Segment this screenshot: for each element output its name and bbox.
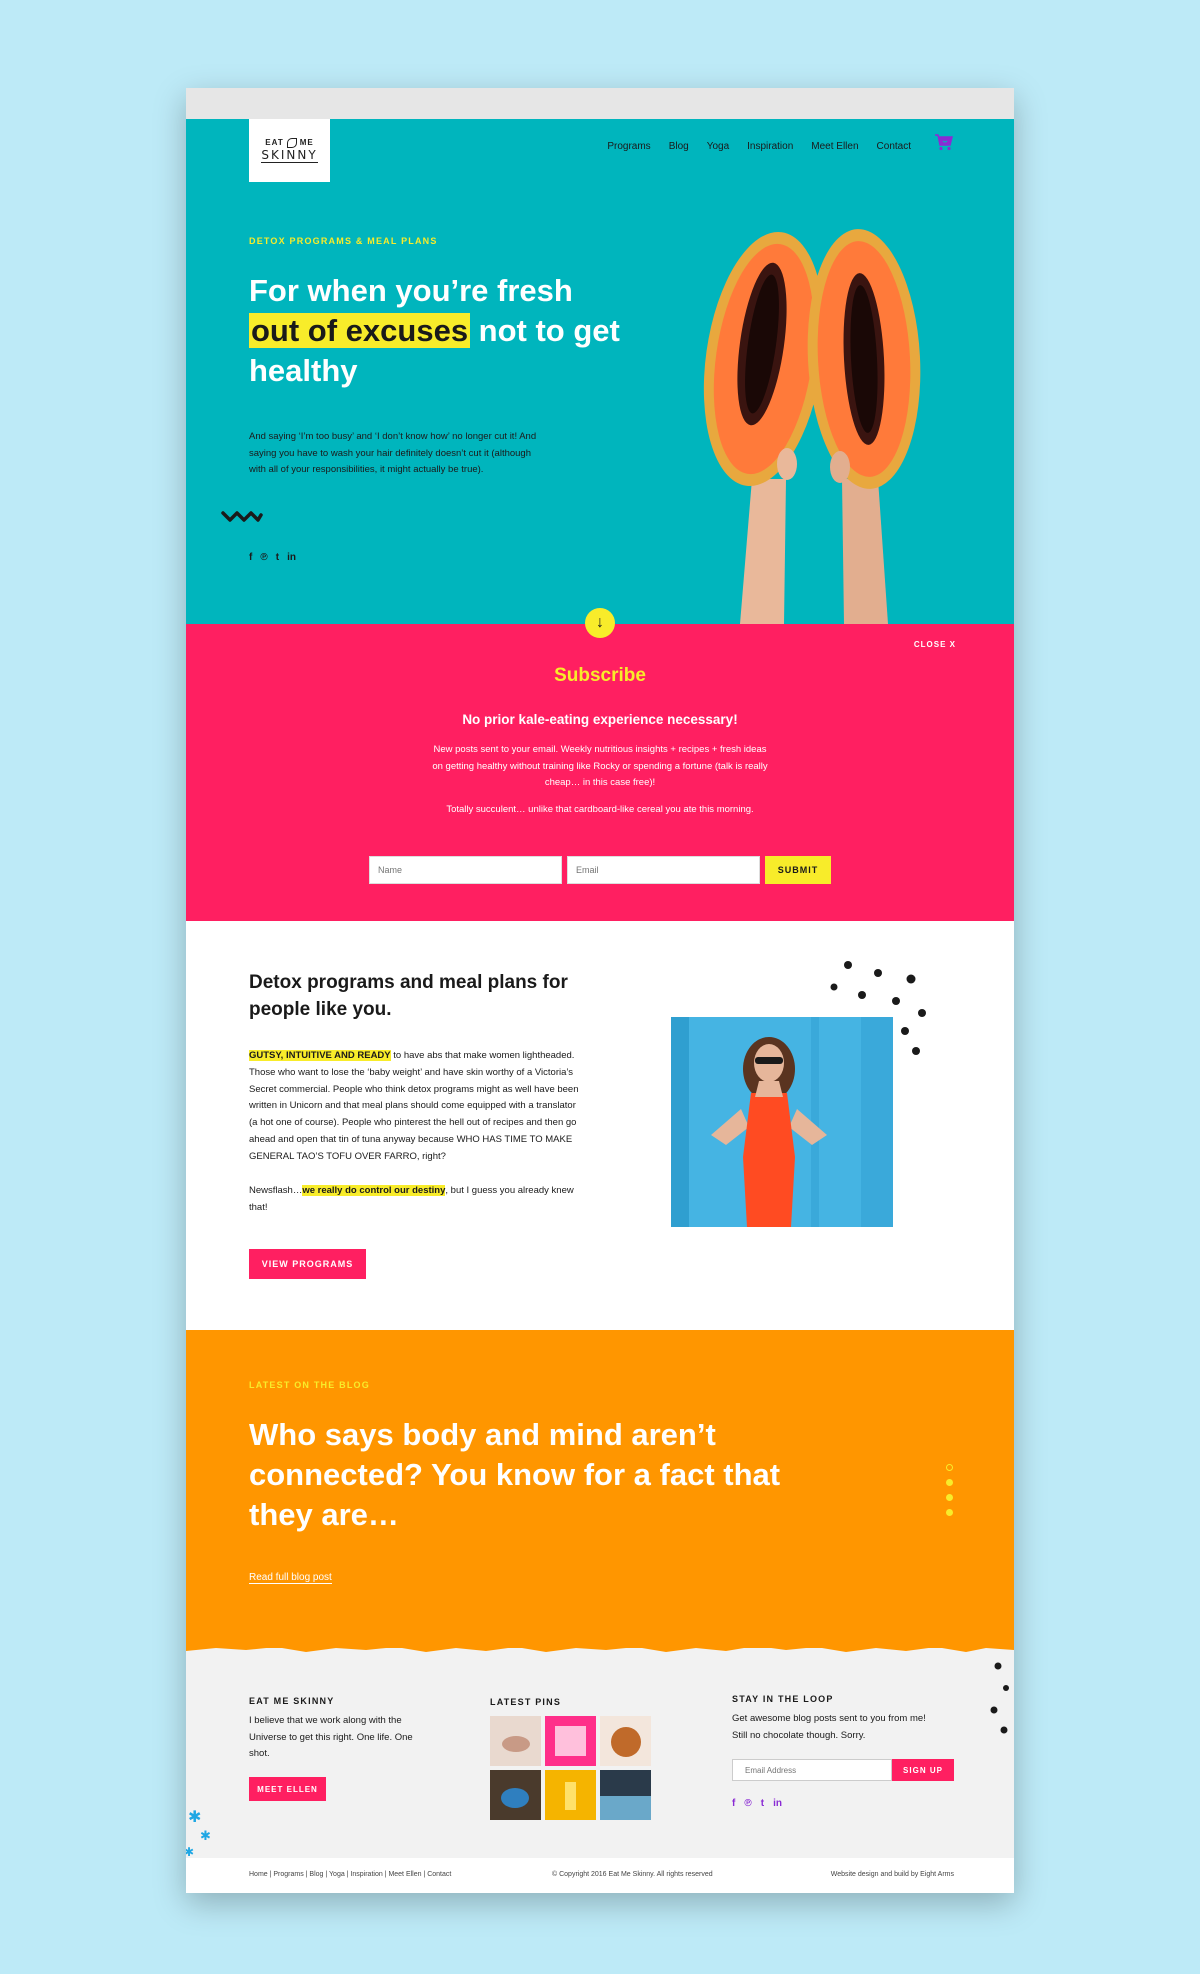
linkedin-icon[interactable]: in — [287, 552, 296, 563]
nav-contact[interactable]: Contact — [877, 141, 911, 152]
twitter-icon[interactable]: t — [276, 552, 279, 563]
subscribe-section: CLOSE X Subscribe No prior kale-eating e… — [186, 624, 1014, 921]
logo-bottom-text: SKINNY — [261, 148, 318, 163]
nav-blog[interactable]: Blog — [669, 141, 689, 152]
facebook-icon[interactable]: f — [732, 1798, 735, 1809]
blog-pager — [946, 1464, 953, 1516]
view-programs-button[interactable]: VIEW PROGRAMS — [249, 1249, 366, 1279]
copyright: © Copyright 2016 Eat Me Skinny. All righ… — [552, 1871, 713, 1878]
ellen-photo — [671, 1017, 893, 1227]
submit-button[interactable]: SUBMIT — [765, 856, 831, 884]
pager-dot[interactable] — [946, 1479, 953, 1486]
subscribe-title: Subscribe — [554, 665, 646, 686]
pager-dot[interactable] — [946, 1464, 953, 1471]
meet-ellen-button[interactable]: MEET ELLEN — [249, 1777, 326, 1801]
footer: EAT ME SKINNY I believe that we work alo… — [186, 1642, 1014, 1858]
footer-socials: f ℗ t in — [732, 1798, 782, 1809]
sign-up-button[interactable]: SIGN UP — [892, 1759, 954, 1781]
blog-section: LATEST ON THE BLOG Who says body and min… — [186, 1330, 1014, 1648]
close-button[interactable]: CLOSE X — [914, 640, 956, 649]
footer-pins-title: LATEST PINS — [490, 1697, 562, 1707]
linkedin-icon[interactable]: in — [773, 1798, 782, 1809]
name-field[interactable] — [369, 856, 562, 884]
scroll-down-button[interactable]: ↓ — [585, 608, 615, 638]
svg-text:✱: ✱ — [186, 1845, 194, 1858]
browser-frame: EAT ME SKINNY Programs Blog Yoga Inspirat… — [186, 88, 1014, 1893]
pinterest-icon[interactable]: ℗ — [260, 552, 267, 563]
footer-email-field[interactable] — [732, 1759, 892, 1781]
pin-thumbnail[interactable] — [600, 1770, 651, 1820]
footer-decorative-dots — [990, 1662, 1009, 1734]
hero-headline: For when you’re fresh out of excuses not… — [249, 271, 629, 391]
programs-body-text: to have abs that make women lightheaded.… — [249, 1050, 579, 1162]
programs-section: Detox programs and meal plans for people… — [186, 921, 1014, 1330]
arrow-down-icon: ↓ — [596, 614, 604, 631]
nav-programs[interactable]: Programs — [607, 141, 650, 152]
headline-part-1: For when you’re fresh — [249, 273, 573, 308]
torn-edge — [186, 1642, 1014, 1652]
subscribe-body-2: Totally succulent… unlike that cardboard… — [446, 804, 754, 815]
hero-eyebrow: DETOX PROGRAMS & MEAL PLANS — [249, 236, 438, 246]
footer-loop-title: STAY IN THE LOOP — [732, 1694, 834, 1704]
facebook-icon[interactable]: f — [249, 552, 252, 563]
pin-thumbnail[interactable] — [490, 1770, 541, 1820]
pager-dot[interactable] — [946, 1494, 953, 1501]
read-blog-link[interactable]: Read full blog post — [249, 1572, 332, 1584]
footer-links[interactable]: Home | Programs | Blog | Yoga | Inspirat… — [249, 1871, 451, 1878]
newsflash-text: Newsflash… — [249, 1185, 303, 1196]
footer-loop-text: Get awesome blog posts sent to you from … — [732, 1713, 926, 1741]
subscribe-lead: No prior kale-eating experience necessar… — [462, 712, 738, 727]
browser-top-bar — [186, 88, 1014, 119]
logo-top-text: EAT ME — [265, 138, 314, 148]
hero-body: And saying ‘I’m too busy’ and ‘I don’t k… — [249, 431, 537, 475]
pin-thumbnail[interactable] — [600, 1716, 651, 1766]
footer-about-text: I believe that we work along with the Un… — [249, 1715, 413, 1759]
credit[interactable]: Website design and build by Eight Arms — [831, 1871, 954, 1878]
leaf-icon — [286, 138, 297, 148]
headline-highlight: out of excuses — [249, 313, 471, 348]
nav-meet-ellen[interactable]: Meet Ellen — [811, 141, 858, 152]
pin-thumbnail[interactable] — [490, 1716, 541, 1766]
subscribe-form: SUBMIT — [369, 856, 831, 884]
squiggle-icon — [221, 511, 263, 522]
hero-socials: f ℗ t in — [249, 552, 296, 563]
bottom-bar: Home | Programs | Blog | Yoga | Inspirat… — [186, 1858, 1014, 1893]
pager-dot[interactable] — [946, 1509, 953, 1516]
svg-text:✱: ✱ — [188, 1808, 201, 1826]
footer-signup-form: SIGN UP — [732, 1759, 954, 1781]
pin-thumbnail[interactable] — [545, 1716, 596, 1766]
highlight-text: GUTSY, INTUITIVE AND READY — [249, 1050, 391, 1061]
svg-text:✱: ✱ — [200, 1829, 211, 1844]
email-field[interactable] — [567, 856, 760, 884]
pins-grid — [490, 1716, 651, 1820]
pin-thumbnail[interactable] — [545, 1770, 596, 1820]
nav-inspiration[interactable]: Inspiration — [747, 141, 793, 152]
subscribe-body: New posts sent to your email. Weekly nut… — [432, 744, 768, 788]
pinterest-icon[interactable]: ℗ — [744, 1798, 751, 1809]
destiny-highlight: we really do control our destiny — [302, 1185, 446, 1196]
main-nav: Programs Blog Yoga Inspiration Meet Elle… — [589, 141, 911, 152]
blog-eyebrow: LATEST ON THE BLOG — [249, 1380, 370, 1390]
programs-body: GUTSY, INTUITIVE AND READY to have abs t… — [249, 1048, 584, 1166]
footer-about-title: EAT ME SKINNY — [249, 1696, 335, 1706]
twitter-icon[interactable]: t — [761, 1798, 764, 1809]
blog-title[interactable]: Who says body and mind aren’t connected?… — [249, 1415, 809, 1535]
site-logo[interactable]: EAT ME SKINNY — [249, 119, 330, 182]
papaya-hero-image — [703, 229, 921, 624]
hero-section: EAT ME SKINNY Programs Blog Yoga Inspirat… — [186, 119, 1014, 624]
decorative-asterisks: ✱ ✱ ✱ — [186, 1808, 211, 1858]
programs-title: Detox programs and meal plans for people… — [249, 972, 568, 1020]
cart-icon[interactable] — [934, 133, 954, 151]
nav-yoga[interactable]: Yoga — [707, 141, 729, 152]
programs-body-2: Newsflash…we really do control our desti… — [249, 1183, 584, 1217]
